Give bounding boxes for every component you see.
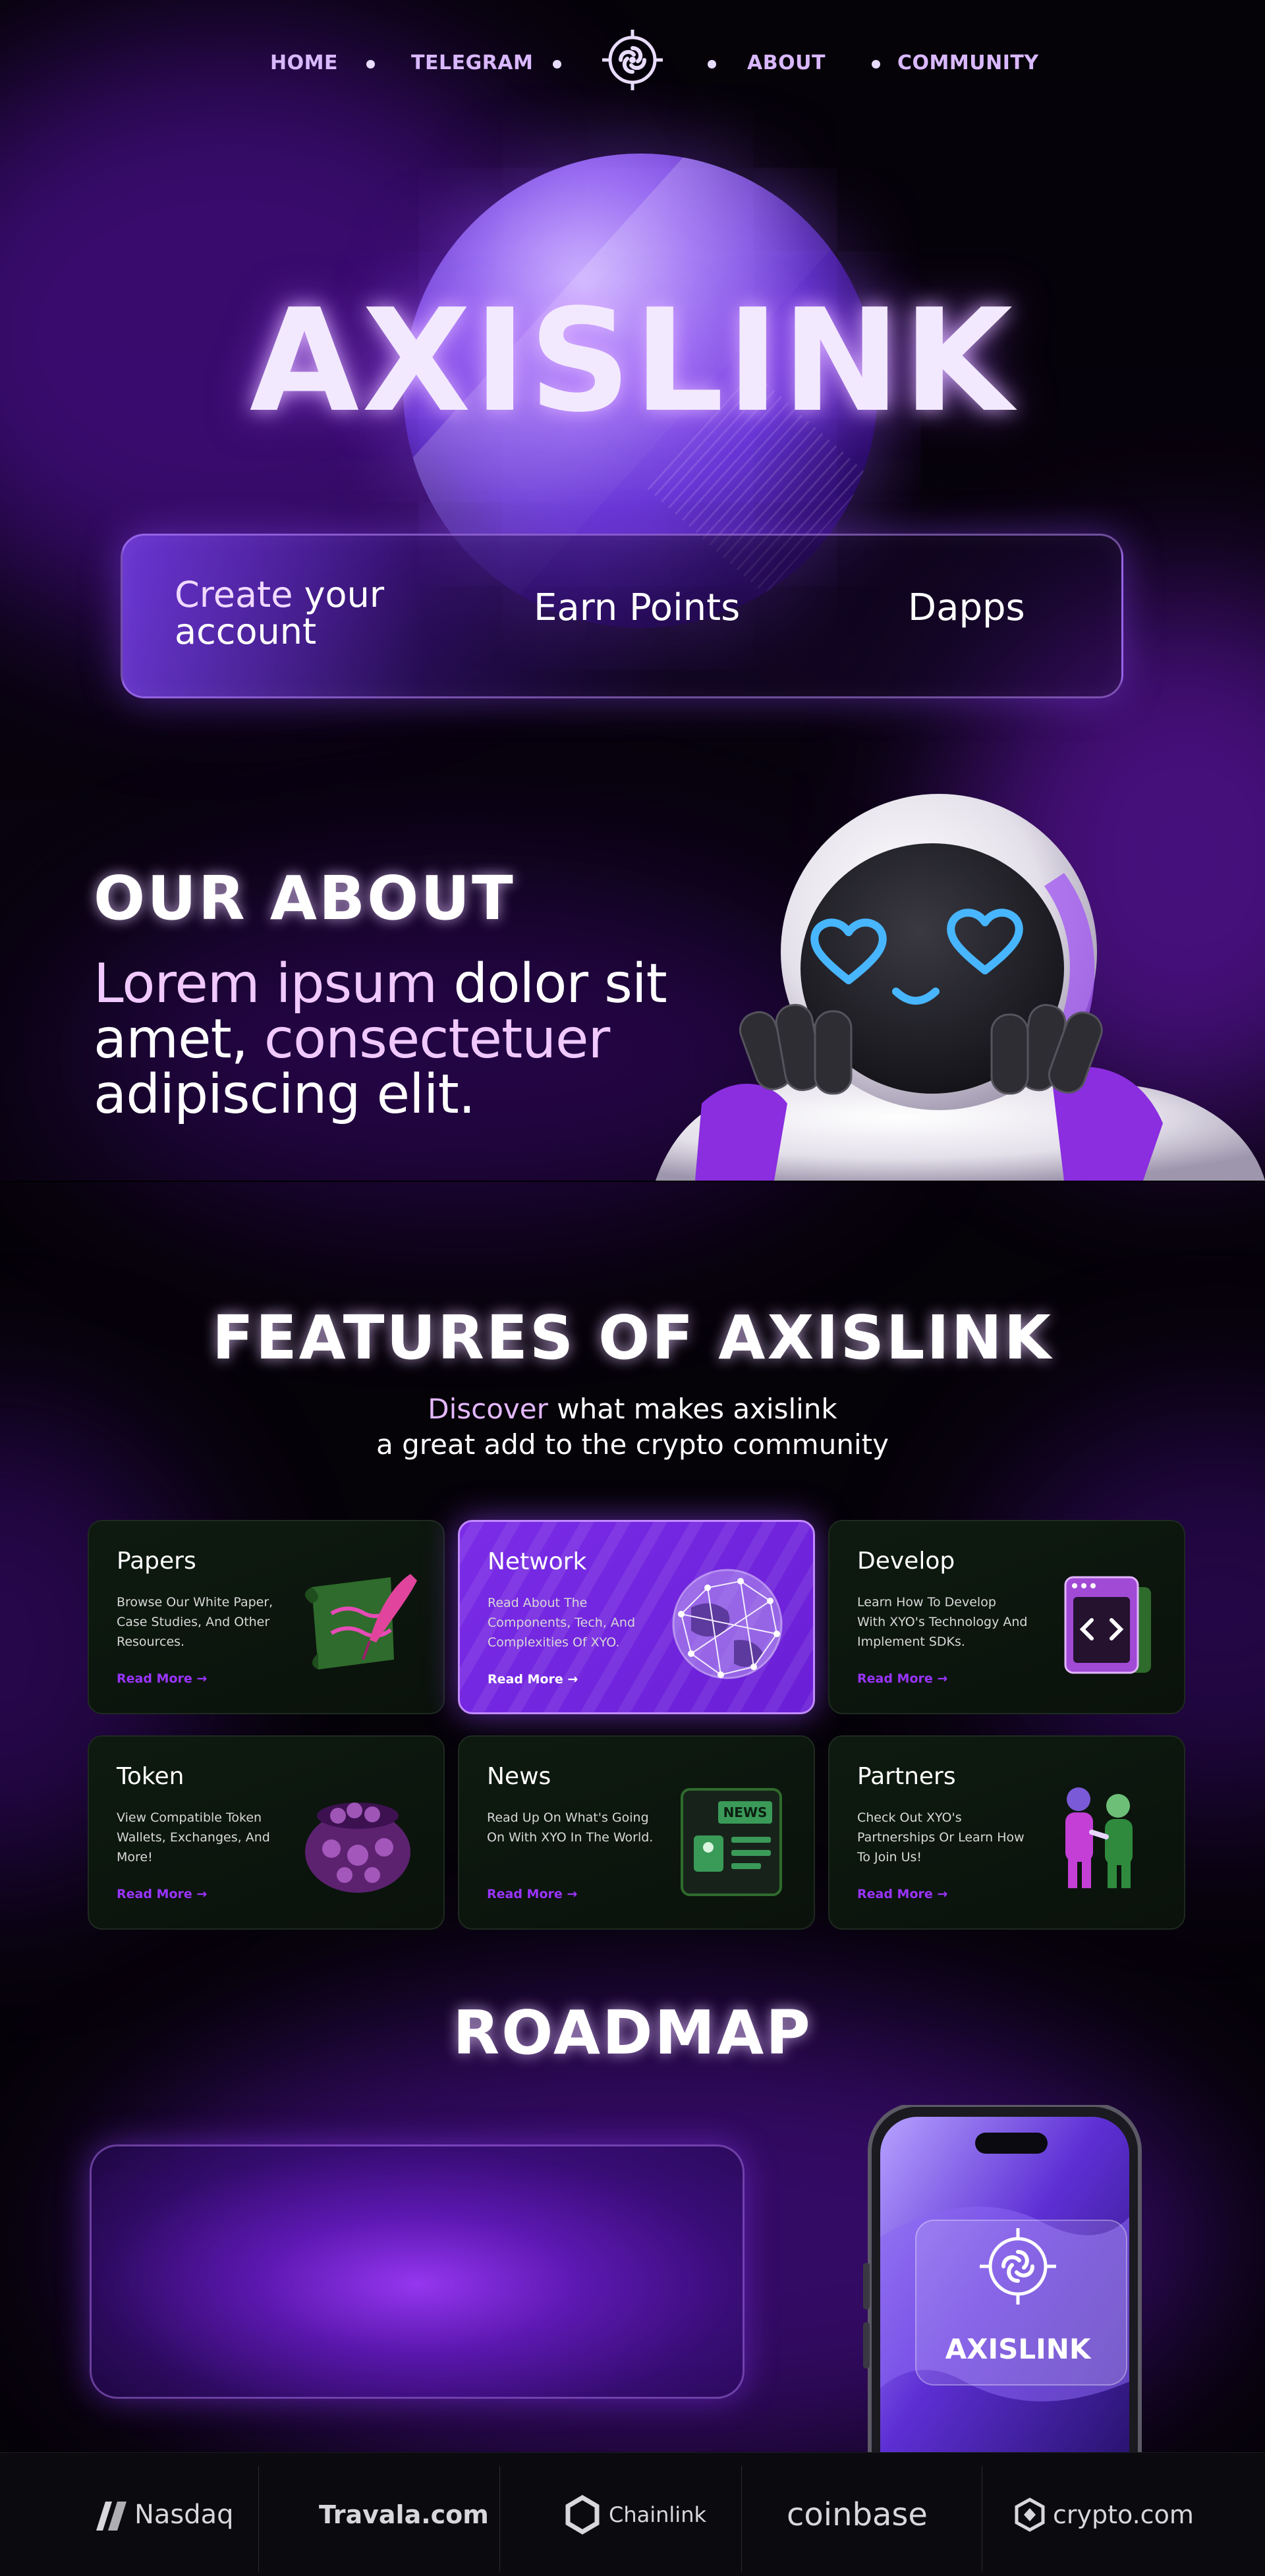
partner-chainlink[interactable]: Chainlink	[564, 2491, 706, 2538]
read-more-link[interactable]: Read More →	[117, 1887, 207, 1901]
newspaper-icon: NEWS	[662, 1776, 794, 1901]
card-title: News	[487, 1763, 551, 1790]
phone-brand-text: AXISLINK	[945, 2333, 1092, 2365]
read-more-link[interactable]: Read More →	[488, 1672, 578, 1687]
read-more-link[interactable]: Read More →	[857, 1671, 947, 1686]
about-text-part: adipiscing elit.	[94, 1063, 476, 1126]
nav-about-link[interactable]: ABOUT	[747, 51, 826, 74]
features-heading: FEATURES OF AXISLINK	[211, 1302, 1054, 1373]
nav-telegram-link[interactable]: TELEGRAM	[411, 51, 533, 74]
read-more-link[interactable]: Read More →	[857, 1887, 947, 1901]
roadmap-panel	[90, 2144, 745, 2399]
chainlink-logo-icon	[565, 2495, 600, 2534]
feature-card-token[interactable]: Token View Compatible Token Wallets, Exc…	[88, 1735, 445, 1930]
globe-network-icon	[661, 1561, 793, 1687]
subtitle-highlight: Discover	[428, 1393, 548, 1425]
card-description: Browse Our White Paper, Case Studies, An…	[117, 1595, 273, 1649]
roadmap-heading: ROADMAP	[453, 1998, 812, 2068]
create-account-button[interactable]: Create your account	[175, 576, 425, 650]
card-title: Develop	[857, 1548, 955, 1575]
scroll-quill-icon	[292, 1561, 424, 1686]
card-title: Token	[117, 1763, 184, 1790]
hero-title: AXISLINK	[249, 278, 1016, 443]
about-highlight: Lorem ipsum	[94, 953, 437, 1015]
card-description: View Compatible Token Wallets, Exchanges…	[117, 1810, 270, 1864]
partners-strip: Nasdaq Travala.com Chainlink coinbase cr…	[0, 2452, 1265, 2576]
handshake-people-icon	[1032, 1776, 1164, 1901]
crypto-com-logo-icon	[1015, 2498, 1045, 2532]
feature-card-develop[interactable]: Develop Learn How To Develop With XYO's …	[828, 1520, 1185, 1714]
card-description: Check Out XYO's Partnerships Or Learn Ho…	[857, 1810, 1025, 1864]
cta-highlight: Create	[175, 574, 293, 615]
card-title: Partners	[857, 1763, 956, 1790]
feature-card-partners[interactable]: Partners Check Out XYO's Partnerships Or…	[828, 1735, 1185, 1930]
card-description: Learn How To Develop With XYO's Technolo…	[857, 1595, 1028, 1649]
nasdaq-logo-icon	[96, 2502, 126, 2531]
partner-nasdaq[interactable]: Nasdaq	[91, 2491, 234, 2538]
robot-mascot-illustration	[642, 794, 1265, 1181]
card-title: Papers	[117, 1548, 196, 1575]
partner-name: crypto.com	[1053, 2500, 1194, 2529]
dapps-button[interactable]: Dapps	[908, 590, 1025, 627]
nav-separator-dot	[872, 60, 880, 69]
partner-name: coinbase	[787, 2496, 928, 2533]
nav-separator-dot	[708, 60, 716, 69]
nav-separator-dot	[366, 60, 375, 69]
partner-travala[interactable]: Travala.com	[319, 2491, 489, 2538]
partner-divider	[499, 2466, 500, 2571]
axislink-logo-icon[interactable]	[601, 28, 664, 92]
card-title: Network	[488, 1548, 587, 1575]
features-subtitle: Discover what makes axislink a great add…	[0, 1391, 1265, 1463]
about-heading: OUR ABOUT	[94, 863, 515, 934]
partner-coinbase[interactable]: coinbase	[787, 2491, 928, 2538]
read-more-link[interactable]: Read More →	[117, 1671, 207, 1686]
partner-name: Chainlink	[609, 2502, 706, 2527]
earn-points-button[interactable]: Earn Points	[534, 590, 740, 627]
partner-divider	[741, 2466, 742, 2571]
nav-separator-dot	[553, 60, 561, 69]
section-divider	[0, 1181, 1265, 1182]
nav-home-link[interactable]: HOME	[270, 51, 338, 74]
partner-name: Travala.com	[319, 2500, 489, 2529]
card-description: Read About The Components, Tech, And Com…	[488, 1596, 636, 1650]
partner-divider	[258, 2466, 259, 2571]
token-pot-icon	[292, 1776, 424, 1901]
read-more-link[interactable]: Read More →	[487, 1887, 577, 1901]
subtitle-text: what makes axislink	[548, 1393, 837, 1425]
nav-community-link[interactable]: COMMUNITY	[897, 51, 1039, 74]
subtitle-text: a great add to the crypto community	[376, 1428, 889, 1461]
feature-card-network[interactable]: Network Read About The Components, Tech,…	[458, 1520, 815, 1714]
phone-mockup-illustration: AXISLINK	[857, 2105, 1146, 2474]
about-text: Lorem ipsum dolor sit amet, consectetuer…	[94, 957, 700, 1123]
partner-crypto-com[interactable]: crypto.com	[1015, 2491, 1194, 2538]
code-window-icon	[1032, 1561, 1164, 1686]
feature-card-news[interactable]: News Read Up On What's Going On With XYO…	[458, 1735, 815, 1930]
feature-card-papers[interactable]: Papers Browse Our White Paper, Case Stud…	[88, 1520, 445, 1714]
partner-name: Nasdaq	[134, 2500, 234, 2530]
news-badge-text: NEWS	[723, 1805, 768, 1820]
about-highlight: consectetuer	[264, 1008, 610, 1071]
card-description: Read Up On What's Going On With XYO In T…	[487, 1810, 654, 1845]
